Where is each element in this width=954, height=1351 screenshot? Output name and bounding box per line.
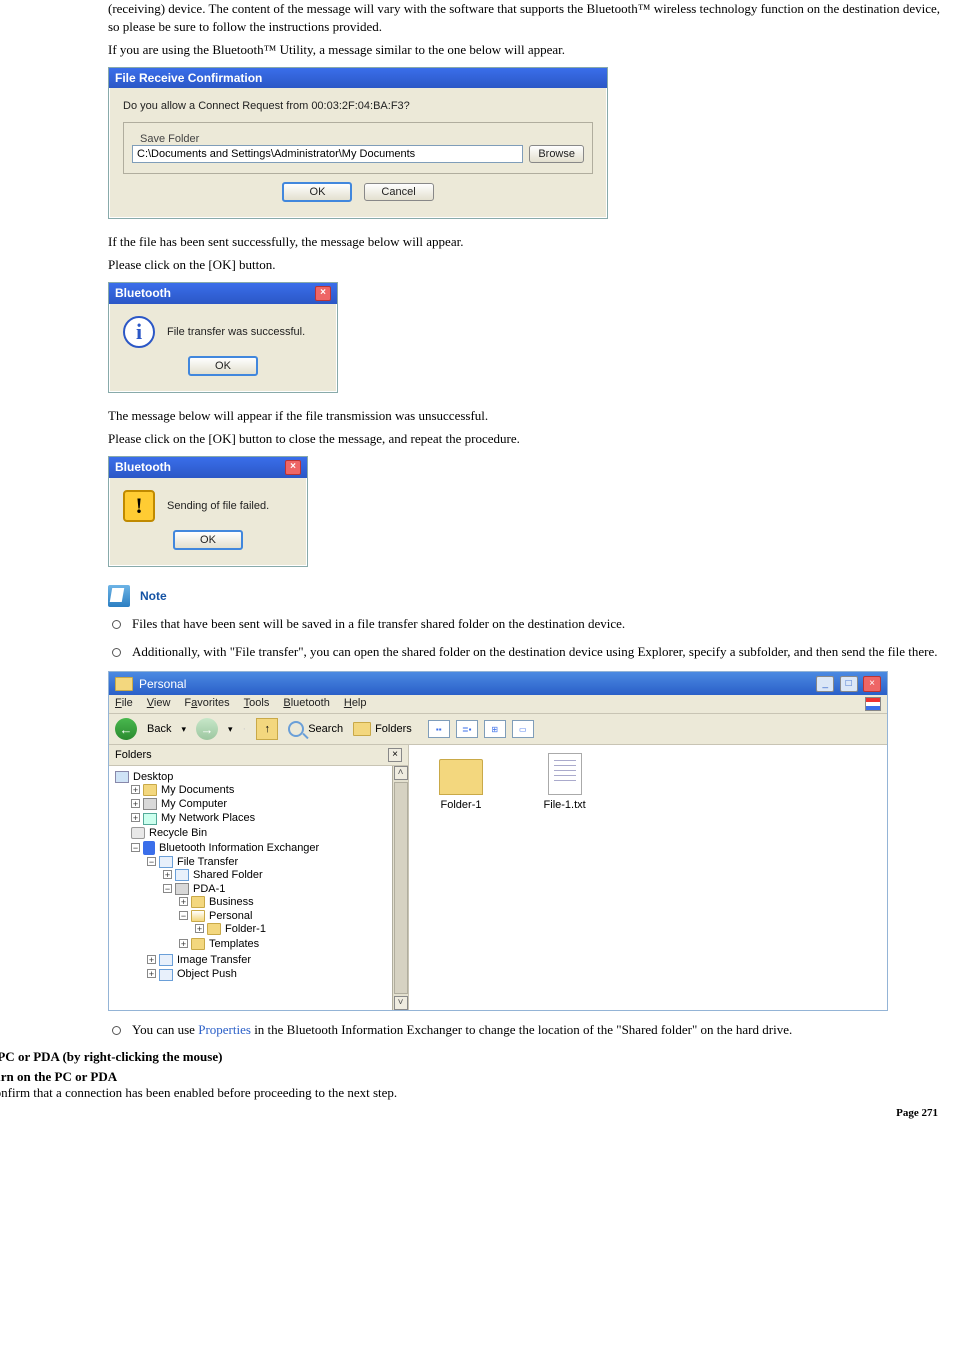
tree-object-push[interactable]: +Object Push bbox=[147, 967, 390, 981]
mid2-paragraph-2: Please click on the [OK] button to close… bbox=[108, 430, 946, 448]
folders-button[interactable]: Folders bbox=[353, 722, 412, 736]
windows-flag-icon bbox=[865, 697, 881, 711]
view-icons-btn[interactable]: ▪▪ bbox=[428, 720, 450, 738]
explorer-content-area: Folder-1 File-1.txt bbox=[409, 745, 887, 1010]
note-title: Note bbox=[140, 589, 167, 603]
mid-paragraph-1: If the file has been sent successfully, … bbox=[108, 233, 946, 251]
scroll-up-icon[interactable]: ˄ bbox=[394, 766, 408, 780]
tree-business[interactable]: +Business bbox=[179, 895, 390, 909]
menu-favorites[interactable]: Favorites bbox=[184, 697, 229, 711]
menu-view[interactable]: View bbox=[147, 697, 171, 711]
up-button[interactable]: ↑ bbox=[256, 718, 278, 740]
intro-paragraph-2: If you are using the Bluetooth™ Utility,… bbox=[108, 41, 946, 59]
menu-file[interactable]: File bbox=[115, 697, 133, 711]
view-list-btn[interactable]: ≣▪ bbox=[456, 720, 478, 738]
browse-button[interactable]: Browse bbox=[529, 145, 584, 163]
minimize-button[interactable]: _ bbox=[816, 676, 834, 692]
tree-image-transfer[interactable]: +Image Transfer bbox=[147, 953, 390, 967]
view-thumb-btn[interactable]: ⊞ bbox=[484, 720, 506, 738]
folder-icon bbox=[439, 759, 483, 795]
file-receive-confirmation-dialog: File Receive Confirmation Do you allow a… bbox=[108, 67, 608, 219]
dialog3-title: Bluetooth bbox=[115, 460, 171, 474]
content-file1[interactable]: File-1.txt bbox=[525, 753, 605, 811]
sidebar-close-button[interactable]: × bbox=[388, 748, 402, 762]
note-item-2: Additionally, with "File transfer", you … bbox=[108, 643, 946, 661]
folder-tree: Desktop +My Documents +My Computer +My N… bbox=[109, 766, 392, 1010]
bluetooth-success-dialog: Bluetooth × i File transfer was successf… bbox=[108, 282, 338, 393]
sidebar-title: Folders bbox=[115, 749, 152, 761]
tree-folder1[interactable]: +Folder-1 bbox=[195, 922, 390, 936]
explorer-menubar: File View Favorites Tools Bluetooth Help bbox=[109, 695, 887, 714]
note-item-1: Files that have been sent will be saved … bbox=[108, 615, 946, 633]
dialog2-ok-button[interactable]: OK bbox=[188, 356, 258, 376]
dialog2-title: Bluetooth bbox=[115, 286, 171, 300]
maximize-button[interactable]: □ bbox=[840, 676, 858, 692]
note2-item: You can use Properties in the Bluetooth … bbox=[108, 1021, 946, 1039]
tree-pda1[interactable]: −PDA-1 +Business −Personal +Folder-1 bbox=[163, 882, 390, 952]
dialog3-message: Sending of file failed. bbox=[167, 500, 269, 512]
back-button[interactable]: ← bbox=[115, 718, 137, 740]
back-label[interactable]: Back bbox=[147, 723, 171, 735]
step1-title: Turn on the PC or PDA bbox=[0, 1069, 117, 1084]
tree-recycle-bin[interactable]: Recycle Bin bbox=[131, 826, 390, 840]
step-1: Turn on the PC or PDA Confirm that a con… bbox=[0, 1069, 954, 1101]
explorer-title: Personal bbox=[139, 677, 186, 691]
properties-link[interactable]: Properties bbox=[198, 1022, 251, 1037]
dialog1-cancel-button[interactable]: Cancel bbox=[364, 183, 434, 201]
text-file-icon bbox=[548, 753, 582, 795]
dialog1-question: Do you allow a Connect Request from 00:0… bbox=[123, 100, 593, 112]
tree-personal[interactable]: −Personal +Folder-1 bbox=[179, 909, 390, 937]
tree-my-documents[interactable]: +My Documents bbox=[131, 783, 390, 797]
dialog3-ok-button[interactable]: OK bbox=[173, 530, 243, 550]
intro-paragraph-1: (receiving) device. The content of the m… bbox=[108, 0, 946, 35]
menu-help[interactable]: Help bbox=[344, 697, 367, 711]
tree-my-network[interactable]: +My Network Places bbox=[131, 811, 390, 825]
view-details-btn[interactable]: ▭ bbox=[512, 720, 534, 738]
search-icon bbox=[288, 721, 304, 737]
warning-icon: ! bbox=[123, 490, 155, 522]
forward-button[interactable]: → bbox=[196, 718, 218, 740]
mid2-paragraph-1: The message below will appear if the fil… bbox=[108, 407, 946, 425]
search-button[interactable]: Search bbox=[288, 721, 343, 737]
bluetooth-failure-dialog: Bluetooth × ! Sending of file failed. OK bbox=[108, 456, 308, 567]
folders-icon bbox=[353, 722, 371, 736]
tree-bt-exchanger[interactable]: −Bluetooth Information Exchanger −File T… bbox=[131, 840, 390, 983]
tree-my-computer[interactable]: +My Computer bbox=[131, 797, 390, 811]
explorer-window: Personal _ □ × File View Favorites Tools… bbox=[108, 671, 888, 1011]
save-folder-frame-label: Save Folder bbox=[136, 133, 203, 145]
tree-shared-folder[interactable]: +Shared Folder bbox=[163, 868, 390, 882]
tree-desktop[interactable]: Desktop +My Documents +My Computer +My N… bbox=[115, 770, 390, 983]
dialog2-message: File transfer was successful. bbox=[167, 326, 305, 338]
info-icon: i bbox=[123, 316, 155, 348]
explorer-toolbar: ← Back▾ →▾ · ↑ Search Folders ▪▪ ≣▪ ⊞ ▭ bbox=[109, 714, 887, 745]
dialog2-close-icon[interactable]: × bbox=[315, 286, 331, 301]
dialog1-ok-button[interactable]: OK bbox=[282, 182, 352, 202]
dialog3-close-icon[interactable]: × bbox=[285, 460, 301, 475]
mid-paragraph-2: Please click on the [OK] button. bbox=[108, 256, 946, 274]
save-folder-path-input[interactable] bbox=[132, 145, 523, 163]
page-number: Page 271 bbox=[0, 1107, 954, 1119]
dialog1-title: File Receive Confirmation bbox=[115, 71, 262, 85]
tree-file-transfer[interactable]: −File Transfer +Shared Folder −PDA-1 +Bu… bbox=[147, 855, 390, 954]
step1-body: Confirm that a connection has been enabl… bbox=[0, 1085, 397, 1100]
explorer-folder-icon bbox=[115, 677, 133, 691]
note-icon bbox=[108, 585, 130, 607]
window-close-button[interactable]: × bbox=[863, 676, 881, 692]
menu-bluetooth[interactable]: Bluetooth bbox=[283, 697, 330, 711]
section-title: ■Sending files to a PC or PDA (by right-… bbox=[0, 1049, 954, 1065]
scroll-down-icon[interactable]: ˅ bbox=[394, 996, 408, 1010]
menu-tools[interactable]: Tools bbox=[244, 697, 270, 711]
tree-templates[interactable]: +Templates bbox=[179, 937, 390, 951]
content-folder1[interactable]: Folder-1 bbox=[421, 759, 501, 811]
tree-scrollbar[interactable]: ˄ ˅ bbox=[392, 766, 408, 1010]
